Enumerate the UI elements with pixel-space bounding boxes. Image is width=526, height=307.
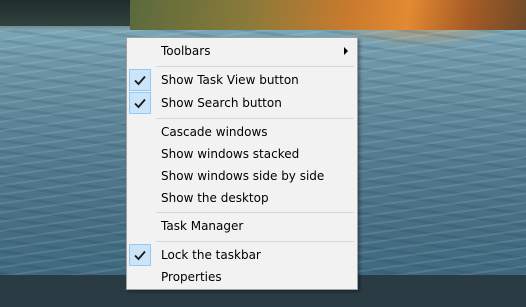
- menu-item-show-search-button[interactable]: Show Search button: [128, 92, 356, 114]
- menu-separator: [156, 212, 354, 213]
- menu-item-properties[interactable]: Properties: [128, 266, 356, 288]
- menu-item-show-the-desktop[interactable]: Show the desktop: [128, 187, 356, 209]
- menu-item-task-manager[interactable]: Task Manager: [128, 215, 356, 237]
- menu-item-label: Show windows side by side: [161, 169, 325, 183]
- menu-item-label: Show windows stacked: [161, 147, 300, 161]
- menu-item-label: Show Task View button: [161, 73, 299, 87]
- menu-item-label: Show Search button: [161, 96, 282, 110]
- checkmark-icon: [129, 244, 151, 266]
- menu-item-label: Toolbars: [161, 44, 211, 58]
- wallpaper-mountain-left: [0, 0, 140, 26]
- menu-item-label: Lock the taskbar: [161, 248, 261, 262]
- menu-item-cascade-windows[interactable]: Cascade windows: [128, 121, 356, 143]
- chevron-right-icon: [344, 47, 348, 55]
- menu-item-toolbars[interactable]: Toolbars: [128, 40, 356, 62]
- checkmark-icon: [129, 69, 151, 91]
- menu-item-label: Task Manager: [161, 219, 244, 233]
- menu-item-label: Properties: [161, 270, 222, 284]
- menu-item-show-windows-side-by-side[interactable]: Show windows side by side: [128, 165, 356, 187]
- menu-item-label: Cascade windows: [161, 125, 268, 139]
- menu-item-label: Show the desktop: [161, 191, 269, 205]
- wallpaper-mountain-right: [130, 0, 526, 30]
- menu-separator: [156, 66, 354, 67]
- menu-item-show-task-view-button[interactable]: Show Task View button: [128, 69, 356, 91]
- menu-item-lock-the-taskbar[interactable]: Lock the taskbar: [128, 244, 356, 266]
- menu-separator: [156, 118, 354, 119]
- checkmark-icon: [129, 92, 151, 114]
- taskbar-context-menu: Toolbars Show Task View button Show Sear…: [126, 37, 358, 290]
- menu-item-show-windows-stacked[interactable]: Show windows stacked: [128, 143, 356, 165]
- menu-separator: [156, 241, 354, 242]
